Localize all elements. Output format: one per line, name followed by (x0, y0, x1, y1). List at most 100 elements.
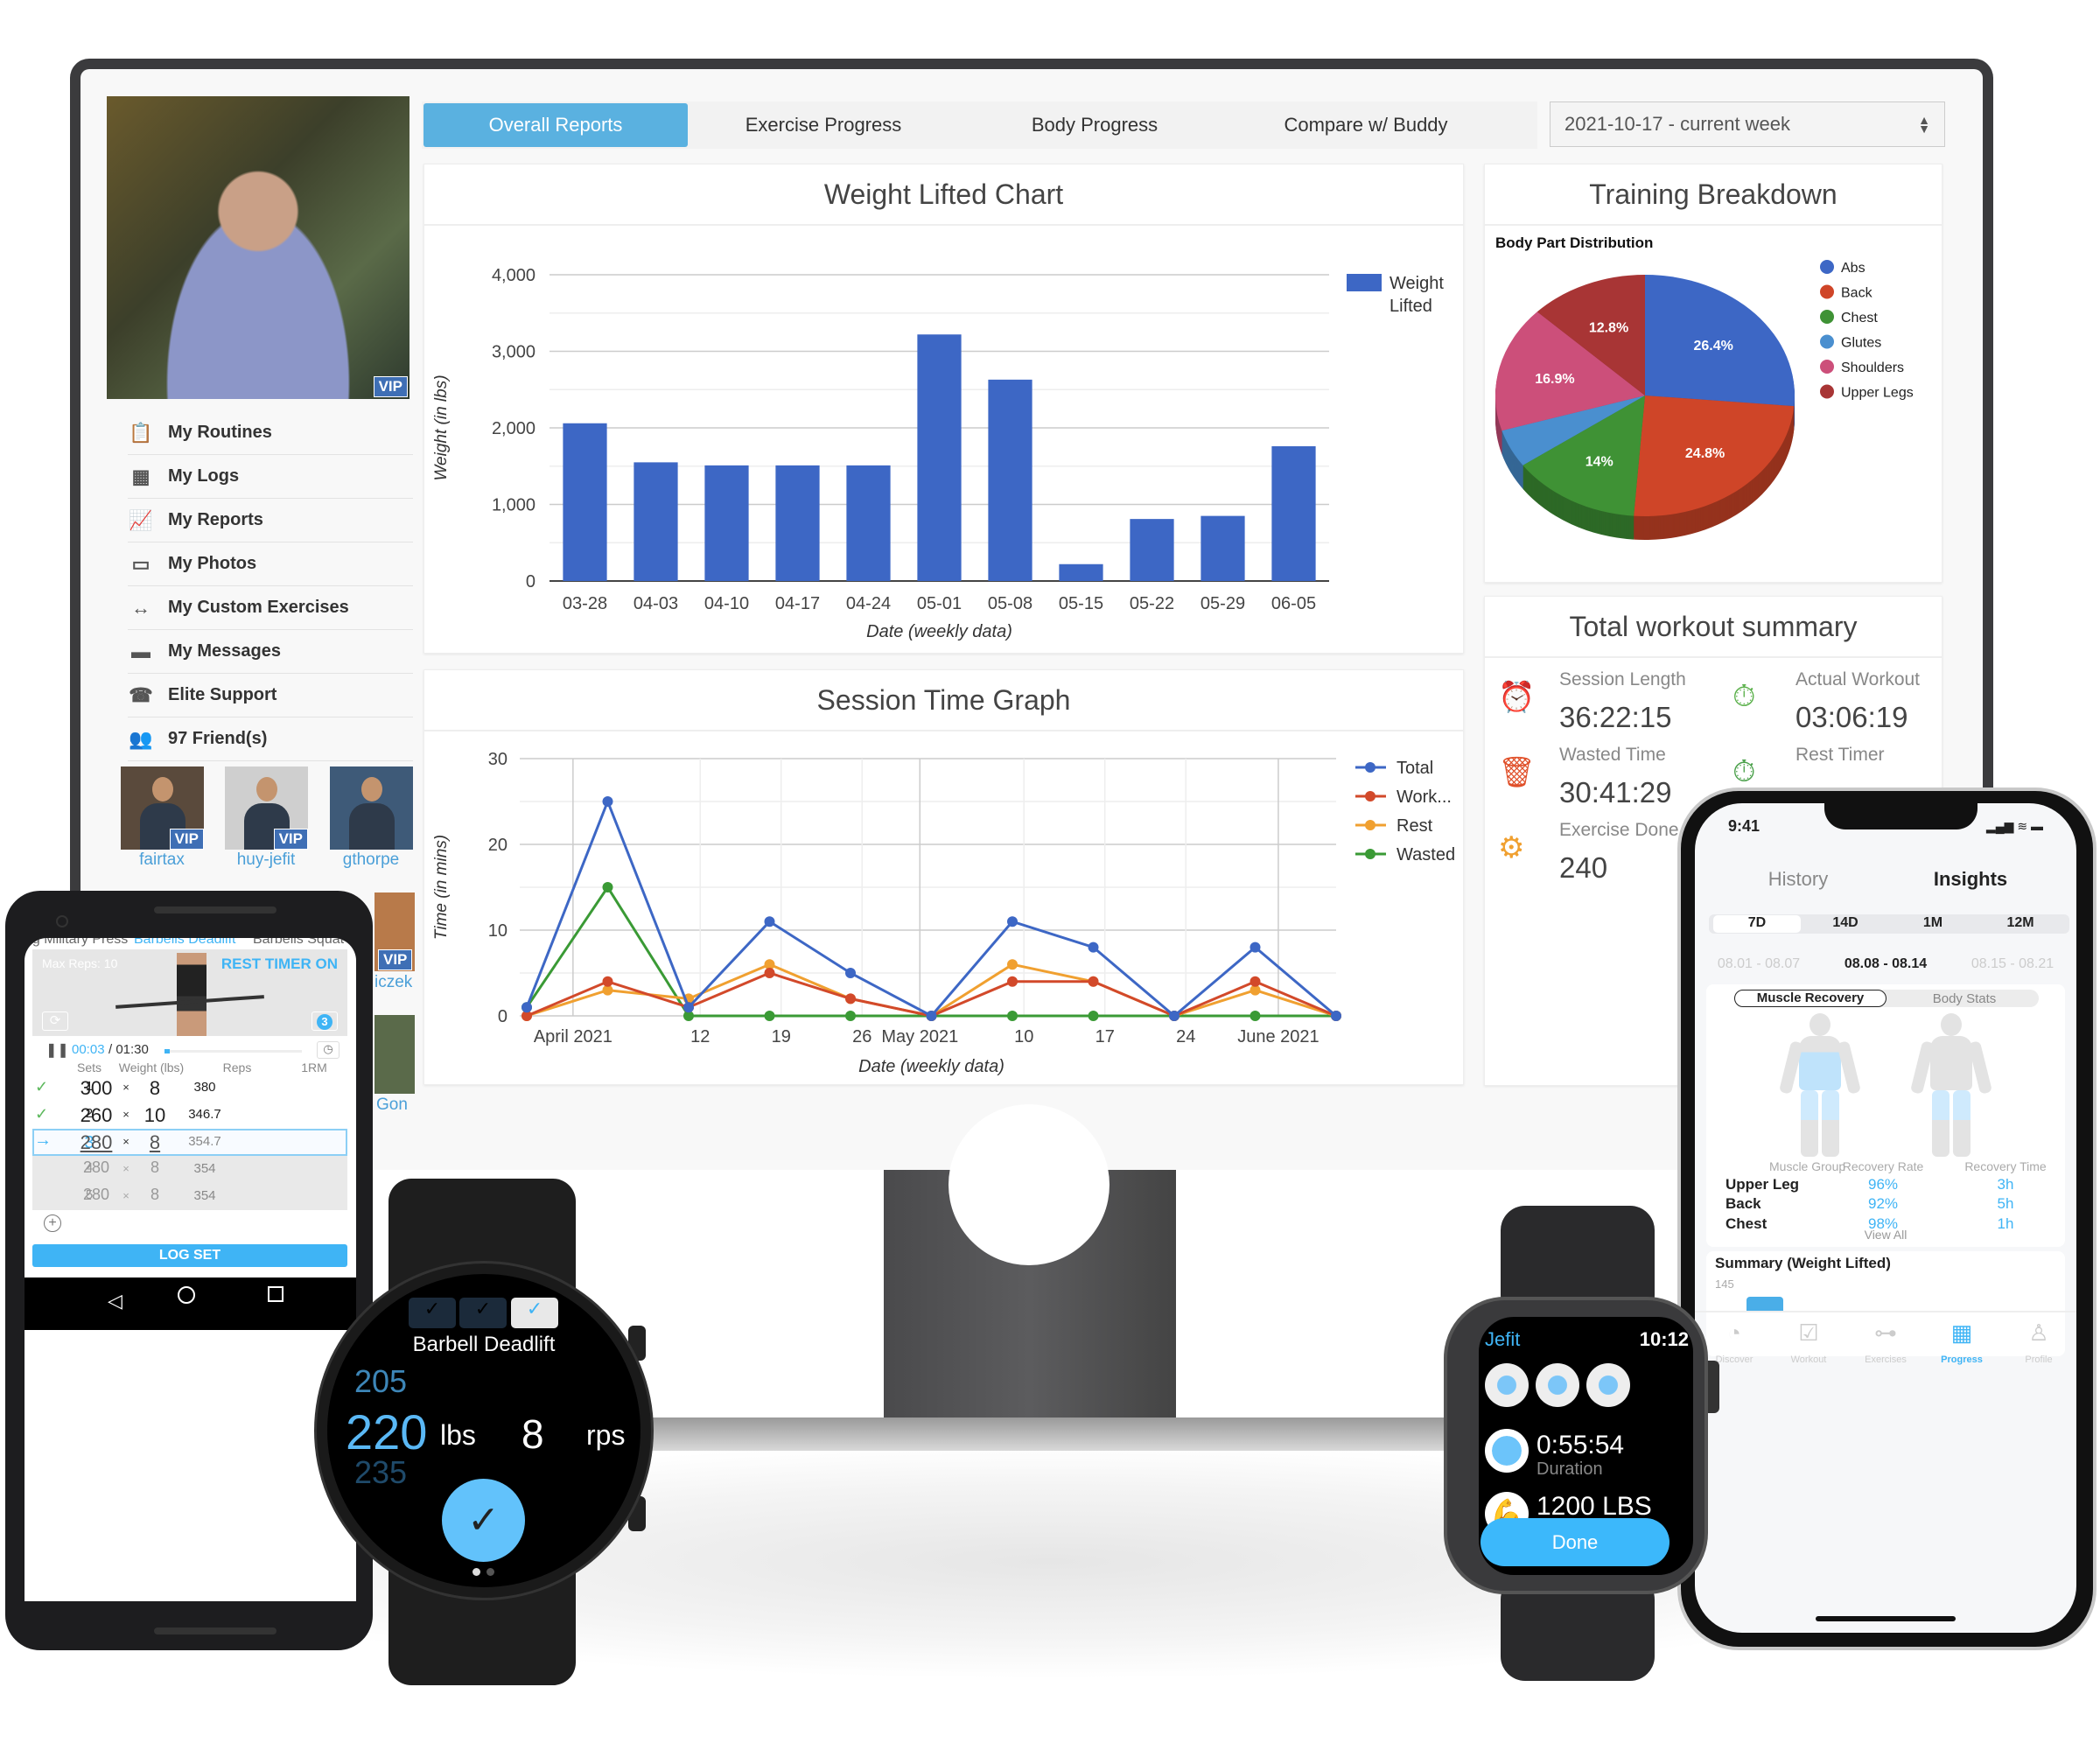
bar-04-17[interactable] (775, 465, 820, 581)
friend-avatar[interactable]: VIP (225, 766, 308, 850)
exercise-tab[interactable]: ng Military Press (24, 938, 128, 948)
nav-back-icon[interactable]: ◁ (108, 1290, 122, 1312)
bar-05-01[interactable] (917, 334, 962, 581)
data-point[interactable] (683, 1002, 694, 1013)
sidebar-item-elite-support[interactable]: ☎ Elite Support (128, 674, 413, 718)
data-point[interactable] (1250, 976, 1261, 987)
bar-05-15[interactable] (1059, 564, 1103, 581)
data-point[interactable] (1088, 976, 1099, 987)
tab-overall-reports[interactable]: Overall Reports (424, 103, 688, 147)
sidebar-item-my-custom-exercises[interactable]: ↔ My Custom Exercises (128, 586, 413, 630)
sidebar-item-97-friend-s-[interactable]: 👥 97 Friend(s) (128, 718, 413, 761)
week-range[interactable]: 08.01 - 08.07 (1698, 956, 1820, 972)
timer-clock-icon[interactable]: ◷ (317, 1041, 340, 1059)
range-option-7d[interactable]: 7D (1713, 915, 1801, 933)
data-point[interactable] (1250, 942, 1261, 953)
data-point[interactable] (845, 1011, 856, 1021)
data-point[interactable] (1250, 1011, 1261, 1021)
bar-05-29[interactable] (1200, 515, 1245, 581)
data-point[interactable] (1088, 1011, 1099, 1021)
nav-profile[interactable]: Profile (1999, 1354, 2078, 1365)
x-tick-label: June 2021 (1237, 1027, 1319, 1046)
sidebar-item-my-logs[interactable]: ▦ My Logs (128, 455, 413, 499)
tab-history[interactable]: History (1732, 868, 1864, 891)
week-select[interactable]: 2021-10-17 - current week ▲ ▼ (1550, 102, 1945, 147)
tab-compare-buddy[interactable]: Compare w/ Buddy (1230, 103, 1502, 147)
tab-exercise-progress[interactable]: Exercise Progress (688, 103, 959, 147)
bar-03-28[interactable] (563, 423, 607, 581)
tab-insights[interactable]: Insights (1905, 868, 2036, 891)
data-point[interactable] (845, 993, 856, 1004)
data-point[interactable] (764, 1011, 775, 1021)
view-all-link[interactable]: View All (1842, 1228, 1929, 1242)
friend-name-link[interactable]: fairtax (114, 850, 210, 870)
nav-home-icon[interactable] (178, 1286, 195, 1304)
sidebar-item-my-routines[interactable]: 📋 My Routines (128, 411, 413, 455)
data-point[interactable] (926, 1011, 937, 1021)
friend-name-link[interactable]: iczek (374, 973, 412, 992)
bar-05-22[interactable] (1130, 519, 1174, 581)
timer-progress-fill (164, 1049, 170, 1054)
range-option-14d[interactable]: 14D (1802, 915, 1889, 933)
timer-progress-track[interactable] (164, 1050, 302, 1053)
friend-avatar[interactable]: VIP (121, 766, 204, 850)
data-point[interactable] (1007, 959, 1018, 970)
data-point[interactable] (764, 968, 775, 978)
toggle-body-stats[interactable]: Body Stats (1890, 991, 2039, 1006)
sidebar-item-my-messages[interactable]: ▬ My Messages (128, 630, 413, 674)
data-point[interactable] (602, 796, 613, 807)
data-point[interactable] (1088, 942, 1099, 953)
legend-label: Weight Lifted (1390, 274, 1444, 316)
tab-body-progress[interactable]: Body Progress (959, 103, 1230, 147)
data-point[interactable] (845, 968, 856, 978)
bar-04-10[interactable] (704, 465, 749, 581)
friend-avatar-partial[interactable] (374, 1015, 415, 1094)
data-point[interactable] (602, 882, 613, 892)
data-point[interactable] (1331, 1011, 1341, 1021)
week-range[interactable]: 08.15 - 08.21 (1951, 956, 2074, 972)
confirm-set-button[interactable]: ✓ (442, 1479, 525, 1562)
weight-option-prev[interactable]: 205 (354, 1363, 407, 1400)
data-point[interactable] (602, 976, 613, 987)
completed-set-check-icon: ✓ (409, 1298, 456, 1328)
range-option-12m[interactable]: 12M (1977, 915, 2064, 933)
friend-name-link[interactable]: Gon (376, 1096, 408, 1115)
sidebar-item-my-photos[interactable]: ▭ My Photos (128, 542, 413, 586)
x-tick-label: 04-17 (775, 594, 820, 613)
profile-photo[interactable]: VIP (107, 96, 410, 399)
nav-progress[interactable]: Progress (1922, 1354, 2001, 1365)
friend-avatar[interactable] (330, 766, 413, 850)
data-point[interactable] (1007, 916, 1018, 928)
reps-value[interactable]: 8 (522, 1410, 544, 1458)
exercise-tab[interactable]: Barbells Squat (253, 938, 344, 948)
bar-06-05[interactable] (1271, 446, 1316, 581)
log-set-button[interactable]: LOG SET (32, 1244, 347, 1267)
data-point[interactable] (1169, 1011, 1180, 1021)
exercise-tab-active[interactable]: Barbells Deadlift (134, 938, 236, 948)
data-point[interactable] (764, 916, 775, 928)
friend-name-link[interactable]: gthorpe (323, 850, 419, 870)
x-tick-label: 03-28 (563, 594, 607, 613)
weight-option-next[interactable]: 235 (354, 1454, 407, 1491)
pause-icon[interactable]: ❚❚ (46, 1041, 69, 1059)
done-button[interactable]: Done (1480, 1518, 1670, 1566)
toggle-muscle-recovery[interactable]: Muscle Recovery (1734, 990, 1886, 1007)
data-point[interactable] (1007, 1011, 1018, 1021)
nav-recents-icon[interactable] (268, 1286, 284, 1302)
data-point[interactable] (1007, 976, 1018, 987)
replace-exercise-icon[interactable]: ⟳ (42, 1012, 68, 1031)
add-set-icon[interactable]: + (44, 1214, 61, 1232)
figure-torso (1930, 1036, 1972, 1090)
summary-axis-value: 145 (1715, 1278, 1734, 1291)
bar-04-03[interactable] (634, 462, 678, 581)
data-point[interactable] (522, 1002, 532, 1013)
weight-selected[interactable]: 220 (346, 1404, 427, 1460)
sidebar-item-my-reports[interactable]: 📈 My Reports (128, 499, 413, 542)
friend-name-link[interactable]: huy-jefit (218, 850, 314, 870)
week-range[interactable]: 08.08 - 08.14 (1824, 956, 1947, 972)
range-option-1m[interactable]: 1M (1889, 915, 1977, 933)
bar-05-08[interactable] (988, 379, 1032, 581)
bar-04-24[interactable] (846, 465, 891, 581)
nav-workout[interactable]: Workout (1769, 1354, 1848, 1365)
nav-exercises[interactable]: Exercises (1846, 1354, 1925, 1365)
